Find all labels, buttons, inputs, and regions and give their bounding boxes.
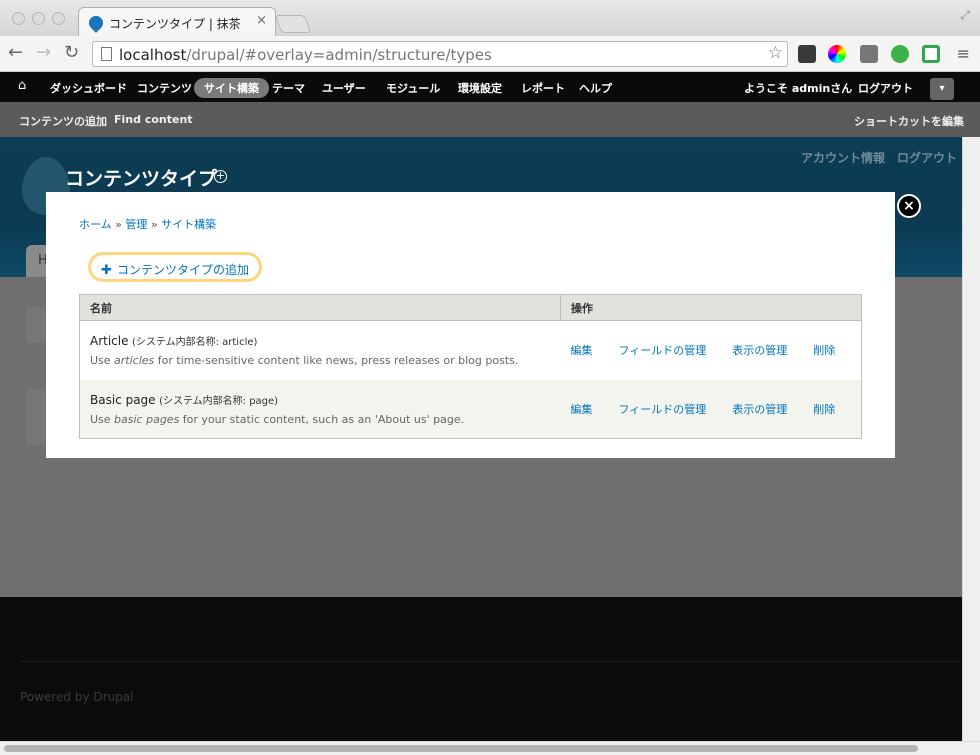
new-tab-button[interactable] [274,15,312,33]
tab-title: コンテンツタイプ | 抹茶 [109,17,241,31]
powered-by-drupal[interactable]: Powered by Drupal [20,690,133,704]
mail-extension-icon[interactable] [922,45,940,63]
column-header-operations: 操作 [560,294,862,321]
toolbar-item-configuration[interactable]: 環境設定 [458,80,502,96]
toolbar-item-appearance[interactable]: テーマ [272,80,305,96]
home-icon[interactable]: ⌂ [18,78,26,93]
browser-tab[interactable]: コンテンツタイプ | 抹茶 × [78,7,276,36]
shortcut-toggle-icon[interactable]: ▾ [930,78,954,100]
overlay-close-icon[interactable]: × [897,194,921,218]
overlay-dialog: ホーム » 管理 » サイト構築 ✚ コンテンツタイプの追加 名前 操作 Art… [46,192,895,458]
breadcrumb-admin[interactable]: 管理 [125,218,147,231]
breadcrumb-separator: » [115,218,122,231]
edit-shortcuts-link[interactable]: ショートカットを編集 [854,113,964,129]
content-types-table: 名前 操作 Article (システム内部名称: article) Use ar… [79,294,862,439]
edit-link[interactable]: 編集 [571,344,593,357]
tab-close-icon[interactable]: × [256,13,267,28]
browser-tab-strip: コンテンツタイプ | 抹茶 × ⤢ [0,0,980,36]
delete-link[interactable]: 削除 [813,344,835,357]
content-type-description: Use basic pages for your static content,… [90,412,465,426]
toolbar-item-help[interactable]: ヘルプ [579,80,612,96]
breadcrumb-home[interactable]: ホーム [79,218,112,231]
content-type-name: Article [90,334,129,349]
incognito-extension-icon[interactable] [798,45,816,63]
toolbar-item-content[interactable]: コンテンツ [137,80,192,96]
fullscreen-icon[interactable]: ⤢ [960,8,970,23]
back-icon[interactable]: ← [8,42,23,63]
footer-divider [20,661,960,662]
table-row: Basic page (システム内部名称: page) Use basic pa… [79,379,862,439]
edit-link[interactable]: 編集 [571,403,593,416]
window-minimize-button[interactable] [32,12,45,25]
machine-name: (システム内部名称: page) [159,395,279,407]
toolbar-item-modules[interactable]: モジュール [386,80,440,96]
forward-icon[interactable]: → [36,42,51,63]
add-shortcut-plus-icon[interactable]: + [214,170,227,183]
toolbar-item-people[interactable]: ユーザー [322,80,366,96]
delete-link[interactable]: 削除 [813,403,835,416]
shortcut-add-content[interactable]: コンテンツの追加 [19,113,107,129]
toolbar-item-dashboard[interactable]: ダッシュボード [50,80,127,96]
column-header-name: 名前 [79,294,561,321]
plus-icon: ✚ [101,263,112,278]
manage-fields-link[interactable]: フィールドの管理 [619,344,707,357]
bookmark-star-icon[interactable]: ☆ [768,43,783,63]
toolbar-item-structure[interactable]: サイト構築 [194,78,269,98]
evernote-extension-icon[interactable] [891,45,909,63]
window-zoom-button[interactable] [52,12,65,25]
browser-menu-icon[interactable]: ≡ [957,44,970,63]
browser-toolbar: ← → ↻ localhost/drupal/#overlay=admin/st… [0,36,980,72]
table-row: Article (システム内部名称: article) Use articles… [80,321,862,380]
add-content-type-label: コンテンツタイプの追加 [117,263,250,277]
site-footer: Powered by Drupal [0,597,962,741]
breadcrumb: ホーム » 管理 » サイト構築 [79,216,216,232]
manage-display-link[interactable]: 表示の管理 [732,403,787,416]
toolbar-item-reports[interactable]: レポート [521,80,565,96]
color-wheel-extension-icon[interactable] [828,45,846,63]
welcome-user[interactable]: ようこそ adminさん [744,80,852,96]
account-link[interactable]: アカウント情報 [801,149,885,166]
breadcrumb-structure[interactable]: サイト構築 [161,218,216,231]
content-type-description: Use articles for time-sensitive content … [90,354,519,368]
shortcut-find-content[interactable]: Find content [114,113,193,126]
address-bar[interactable]: localhost/drupal/#overlay=admin/structur… [92,41,788,67]
manage-display-link[interactable]: 表示の管理 [732,344,787,357]
page-icon [101,47,112,61]
toolbar-logout[interactable]: ログアウト [858,80,913,96]
drupal-favicon-icon [86,13,106,33]
url-text[interactable]: localhost/drupal/#overlay=admin/structur… [119,46,492,64]
breadcrumb-separator: » [150,218,158,231]
shortcut-bar: コンテンツの追加 Find content ショートカットを編集 [0,102,980,137]
add-content-type-button[interactable]: ✚ コンテンツタイプの追加 [88,252,263,282]
machine-name: (システム内部名称: article) [132,337,258,349]
horizontal-scroll-thumb[interactable] [4,745,918,752]
reload-icon[interactable]: ↻ [64,42,79,63]
rhino-extension-icon[interactable] [860,45,878,63]
vertical-scrollbar[interactable] [962,137,980,741]
content-type-name: Basic page [90,392,156,407]
window-close-button[interactable] [12,12,25,25]
header-logout-link[interactable]: ログアウト [897,149,957,166]
admin-toolbar: ⌂ ダッシュボード コンテンツ サイト構築 テーマ ユーザー モジュール 環境設… [0,72,980,102]
page-title: コンテンツタイプ [65,168,218,190]
horizontal-scrollbar[interactable] [0,741,980,755]
manage-fields-link[interactable]: フィールドの管理 [619,403,707,416]
